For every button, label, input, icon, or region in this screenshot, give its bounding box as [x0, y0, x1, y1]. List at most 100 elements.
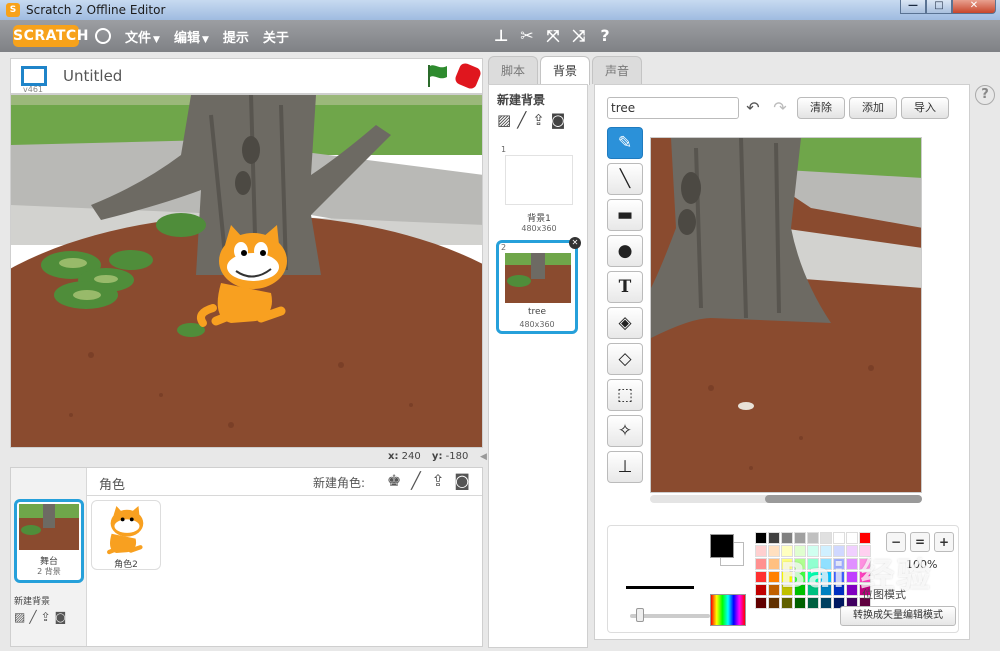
color-swatch[interactable] [768, 532, 780, 544]
tab-sounds[interactable]: 声音 [592, 56, 643, 84]
color-swatch[interactable] [833, 571, 845, 583]
slider-handle[interactable] [636, 608, 644, 622]
language-globe-icon[interactable] [95, 28, 111, 44]
color-swatch[interactable] [859, 571, 871, 583]
menu-about[interactable]: 关于 [263, 27, 289, 46]
green-flag-icon[interactable] [425, 63, 449, 89]
color-swatch[interactable] [833, 545, 845, 557]
sprite-thumbnail[interactable]: 角色2 [91, 500, 161, 570]
color-swatch[interactable] [781, 545, 793, 557]
stamp-icon[interactable]: ⊥ [607, 451, 643, 483]
color-swatch[interactable] [807, 571, 819, 583]
library-image-icon[interactable]: ▨ [14, 610, 25, 624]
paint-canvas[interactable] [650, 137, 922, 493]
color-swatch[interactable] [794, 532, 806, 544]
color-swatch[interactable] [846, 532, 858, 544]
stop-icon[interactable] [453, 61, 483, 91]
color-swatch[interactable] [859, 558, 871, 570]
import-button[interactable]: 导入 [901, 97, 949, 119]
paint-brush-icon[interactable]: ╱ [29, 610, 36, 624]
select-icon[interactable]: ⬚ [607, 379, 643, 411]
color-swatch[interactable] [807, 532, 819, 544]
help-icon[interactable]: ? [596, 26, 614, 46]
undo-icon[interactable]: ↶ [742, 97, 764, 119]
project-title[interactable]: Untitled [63, 67, 122, 85]
color-swatch[interactable] [755, 571, 767, 583]
menu-edit[interactable]: 编辑 ▼ [174, 27, 209, 46]
text-icon[interactable]: T [607, 271, 643, 303]
upload-sprite-icon[interactable]: ⇪ [429, 471, 447, 490]
color-swatch[interactable] [781, 558, 793, 570]
color-swatch[interactable] [846, 558, 858, 570]
add-button[interactable]: 添加 [849, 97, 897, 119]
stage-thumbnail[interactable]: 舞台 2 背景 [14, 499, 84, 583]
line-icon[interactable]: ╲ [607, 163, 643, 195]
delete-backdrop-icon[interactable]: ✕ [569, 237, 581, 249]
fill-icon[interactable]: ◈ [607, 307, 643, 339]
color-swatch[interactable] [768, 584, 780, 596]
color-swatch[interactable] [820, 545, 832, 557]
fullscreen-icon[interactable] [21, 66, 47, 86]
rectangle-icon[interactable]: ▬ [607, 199, 643, 231]
canvas-horizontal-scrollbar[interactable] [650, 495, 922, 503]
backdrop-item-selected[interactable]: 2 tree 480x360 ✕ [496, 237, 581, 334]
upload-icon[interactable]: ⇪ [41, 610, 51, 624]
color-swatch[interactable] [768, 571, 780, 583]
color-swatch[interactable] [755, 558, 767, 570]
costume-name-input[interactable] [607, 97, 739, 119]
wand-icon[interactable]: ✧ [607, 415, 643, 447]
color-swatch[interactable] [794, 571, 806, 583]
color-swatch[interactable] [755, 584, 767, 596]
zoom-out-icon[interactable]: − [886, 532, 906, 552]
stage-canvas[interactable] [10, 94, 483, 448]
color-swatch[interactable] [820, 558, 832, 570]
scratch-logo[interactable]: SCRATCH [13, 25, 88, 47]
paint-brush-icon[interactable]: ╱ [517, 111, 526, 129]
eraser-icon[interactable]: ◇ [607, 343, 643, 375]
camera-sprite-icon[interactable]: ◙ [453, 471, 471, 490]
help-icon[interactable]: ? [975, 85, 995, 105]
menu-tips[interactable]: 提示 [223, 27, 249, 46]
color-swatch[interactable] [820, 584, 832, 596]
delete-scissors-icon[interactable]: ✂ [518, 26, 536, 46]
tab-backdrops[interactable]: 背景 [540, 56, 591, 85]
close-button[interactable]: ✕ [952, 0, 996, 14]
ellipse-icon[interactable]: ● [607, 235, 643, 267]
color-swatch[interactable] [768, 558, 780, 570]
maximize-button[interactable]: □ [926, 0, 952, 14]
redo-icon[interactable]: ↷ [769, 97, 791, 119]
tab-scripts[interactable]: 脚本 [488, 56, 539, 84]
brush-icon[interactable]: ✎ [607, 127, 643, 159]
color-swatch[interactable] [846, 584, 858, 596]
color-swatch[interactable] [781, 597, 793, 609]
color-swatch[interactable] [807, 558, 819, 570]
color-swatch[interactable] [820, 571, 832, 583]
color-swatch[interactable] [768, 597, 780, 609]
color-swatch[interactable] [846, 571, 858, 583]
color-swatch[interactable] [807, 545, 819, 557]
color-swatch[interactable] [807, 597, 819, 609]
camera-icon[interactable]: ◙ [551, 111, 566, 129]
zoom-reset-icon[interactable]: = [910, 532, 930, 552]
color-swatch[interactable] [794, 584, 806, 596]
primary-color-swatch[interactable] [710, 534, 734, 558]
color-swatch[interactable] [781, 571, 793, 583]
duplicate-stamp-icon[interactable]: ⊥ [492, 26, 510, 46]
color-swatch[interactable] [833, 532, 845, 544]
scrollbar-thumb[interactable] [765, 495, 922, 503]
sprite-library-icon[interactable]: ♚ [385, 471, 403, 490]
color-swatch[interactable] [794, 558, 806, 570]
color-swatch[interactable] [859, 532, 871, 544]
paint-sprite-icon[interactable]: ╱ [407, 471, 425, 490]
shrink-icon[interactable]: ⤨ [570, 26, 588, 46]
color-swatch[interactable] [755, 545, 767, 557]
line-width-slider[interactable] [630, 608, 710, 622]
collapse-arrow-icon[interactable]: ◀ [480, 452, 488, 462]
color-swatch[interactable] [807, 584, 819, 596]
color-swatch[interactable] [794, 597, 806, 609]
color-swatch[interactable] [781, 532, 793, 544]
color-swatch[interactable] [755, 532, 767, 544]
color-swatch[interactable] [755, 597, 767, 609]
color-swatch[interactable] [794, 545, 806, 557]
grow-icon[interactable]: ⤧ [544, 26, 562, 46]
